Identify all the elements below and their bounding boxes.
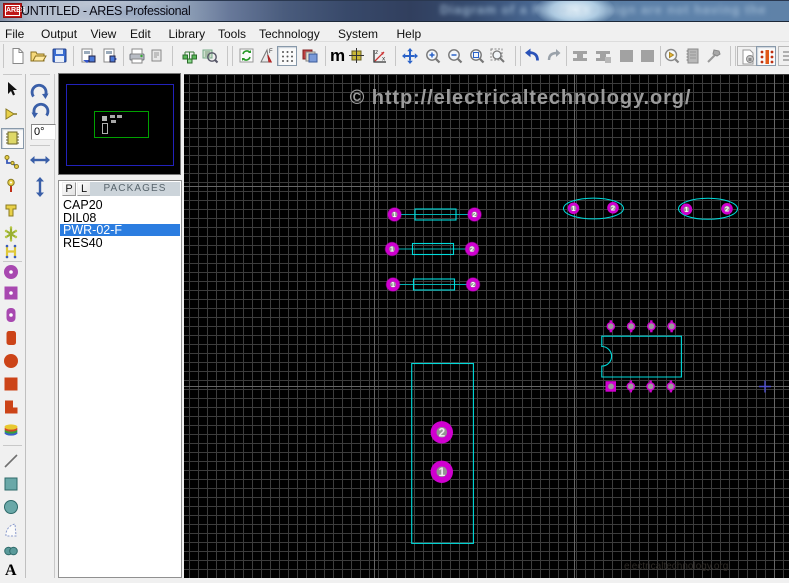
svg-text:2: 2 <box>611 204 615 213</box>
svg-text:2: 2 <box>438 426 445 440</box>
svg-text:2: 2 <box>472 210 476 219</box>
svg-text:1: 1 <box>391 280 395 289</box>
svg-text:electricaltechnology.org: electricaltechnology.org <box>624 561 728 572</box>
svg-text:© http://electricaltechnology.: © http://electricaltechnology.org/ <box>350 87 692 109</box>
svg-text:1: 1 <box>438 465 445 479</box>
svg-text:m: m <box>330 47 345 65</box>
svg-text:2: 2 <box>470 245 474 254</box>
svg-text:1: 1 <box>392 210 396 219</box>
svg-text:1: 1 <box>684 205 688 214</box>
svg-text:F: F <box>269 49 273 55</box>
svg-text:A: A <box>5 562 17 578</box>
svg-text:z: z <box>375 49 378 56</box>
svg-text:2: 2 <box>471 280 475 289</box>
svg-text:1: 1 <box>390 245 394 254</box>
svg-text:1: 1 <box>571 204 575 213</box>
svg-text:2: 2 <box>725 205 729 214</box>
